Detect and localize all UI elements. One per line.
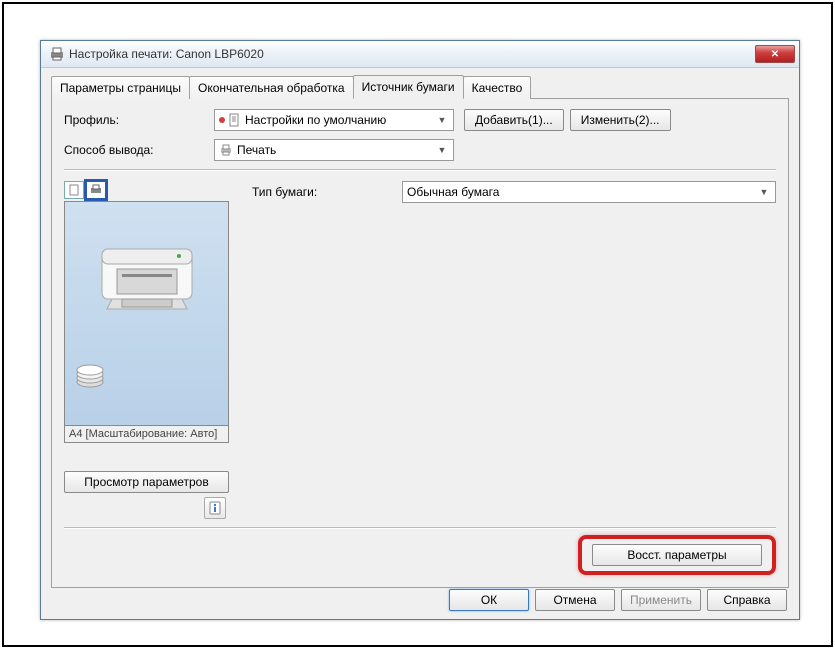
chevron-down-icon: ▼ [435,115,449,125]
output-method-label: Способ вывода: [64,143,214,157]
divider [64,169,776,171]
view-params-button[interactable]: Просмотр параметров [64,471,229,493]
edit-button[interactable]: Изменить(2)... [570,109,671,131]
paper-type-dropdown[interactable]: Обычная бумага ▼ [402,181,776,203]
printer-small-icon [90,184,102,196]
modified-dot-icon [219,117,225,123]
preview-page-toggle[interactable] [64,181,84,199]
tab-paper-source[interactable]: Источник бумаги [353,75,464,99]
restore-highlight: Восст. параметры [578,535,776,575]
help-button[interactable]: Справка [707,589,787,611]
add-button[interactable]: Добавить(1)... [464,109,564,131]
printer-illustration [87,214,207,324]
ok-button[interactable]: ОК [449,589,529,611]
tabs: Параметры страницы Окончательная обработ… [51,75,789,99]
print-settings-dialog: Настройка печати: Canon LBP6020 ✕ Параме… [40,40,800,620]
preview-printer-toggle[interactable] [86,181,106,199]
tab-panel: Профиль: Настройки по умолчанию ▼ Добави… [51,98,789,588]
close-button[interactable]: ✕ [755,45,795,63]
printer-icon [49,47,65,61]
print-icon [219,143,233,157]
output-method-dropdown[interactable]: Печать ▼ [214,139,454,161]
chevron-down-icon: ▼ [435,145,449,155]
cancel-button[interactable]: Отмена [535,589,615,611]
preview-area [64,201,229,426]
document-icon [227,113,241,127]
paper-stack-icon [75,364,105,388]
page-icon [68,184,80,196]
preview-caption: A4 [Масштабирование: Авто] [64,426,229,443]
window-title: Настройка печати: Canon LBP6020 [69,47,264,61]
info-button[interactable] [204,497,226,519]
profile-dropdown[interactable]: Настройки по умолчанию ▼ [214,109,454,131]
profile-label: Профиль: [64,113,214,127]
tab-page-params[interactable]: Параметры страницы [51,76,190,99]
chevron-down-icon: ▼ [757,187,771,197]
divider [64,527,776,529]
tab-finishing[interactable]: Окончательная обработка [189,76,354,99]
info-icon [207,500,223,516]
dialog-buttons: ОК Отмена Применить Справка [41,589,799,611]
tab-quality[interactable]: Качество [463,76,532,99]
apply-button[interactable]: Применить [621,589,701,611]
paper-type-label: Тип бумаги: [252,185,402,199]
restore-defaults-button[interactable]: Восст. параметры [592,544,762,566]
titlebar: Настройка печати: Canon LBP6020 ✕ [41,41,799,68]
